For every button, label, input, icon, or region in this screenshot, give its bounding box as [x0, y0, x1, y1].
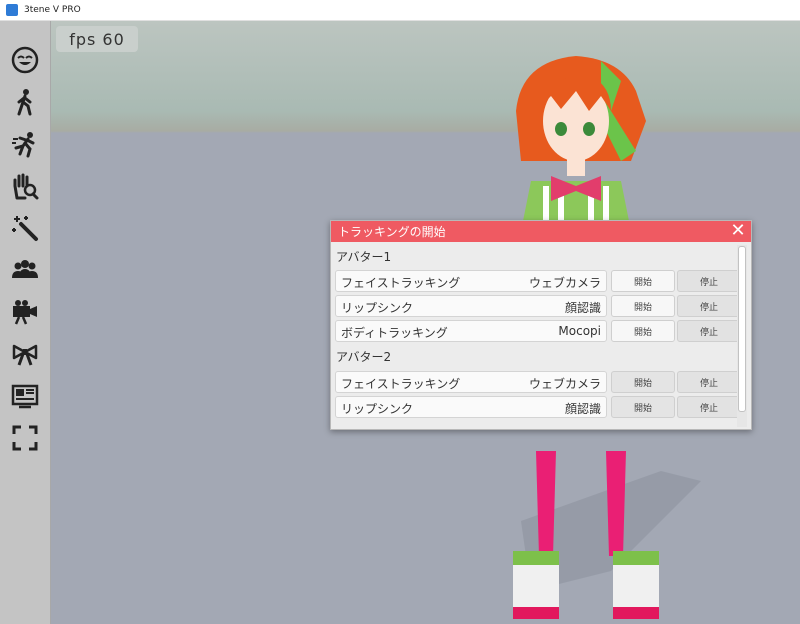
row-label: リップシンク	[341, 402, 414, 416]
stop-button[interactable]: 停止	[677, 371, 741, 393]
bow-ribbon-icon[interactable]	[8, 337, 42, 371]
fullscreen-icon[interactable]	[8, 421, 42, 455]
monitor-card-icon[interactable]	[8, 379, 42, 413]
sidebar	[0, 21, 51, 624]
hand-search-icon[interactable]	[8, 169, 42, 203]
stop-button[interactable]: 停止	[677, 270, 741, 292]
face-tracking-field[interactable]: フェイストラッキング ウェブカメラ	[335, 371, 607, 393]
face-tracking-field[interactable]: フェイストラッキング ウェブカメラ	[335, 270, 607, 292]
fps-counter: fps 60	[56, 26, 138, 52]
running-person-icon[interactable]	[8, 127, 42, 161]
stop-button[interactable]: 停止	[677, 295, 741, 317]
magic-wand-icon[interactable]	[8, 211, 42, 245]
stop-button[interactable]: 停止	[677, 320, 741, 342]
row-value: 顔認識	[564, 301, 601, 315]
dialog-scrollbar[interactable]	[737, 245, 747, 427]
row-value: ウェブカメラ	[528, 377, 601, 391]
avatar2-face-tracking-row: フェイストラッキング ウェブカメラ 開始 停止	[335, 370, 741, 394]
video-camera-icon[interactable]	[8, 295, 42, 329]
row-value: ウェブカメラ	[528, 276, 601, 290]
start-button[interactable]: 開始	[611, 295, 675, 317]
walking-person-icon[interactable]	[8, 85, 42, 119]
tracking-start-dialog: トラッキングの開始 ✕ アバター1 フェイストラッキング ウェブカメラ 開始 停…	[330, 220, 752, 430]
scrollbar-thumb[interactable]	[738, 246, 746, 412]
avatar1-heading: アバター1	[336, 249, 392, 264]
avatar2-lip-sync-row: リップシンク 顔認識 開始 停止	[335, 395, 741, 419]
avatar1-body-tracking-row: ボディトラッキング Mocopi 開始 停止	[335, 319, 741, 343]
dialog-title: トラッキングの開始	[338, 225, 446, 239]
body-tracking-field[interactable]: ボディトラッキング Mocopi	[335, 320, 607, 342]
title-bar: 3tene V PRO	[0, 0, 800, 21]
face-icon[interactable]	[8, 43, 42, 77]
row-label: フェイストラッキング	[341, 377, 461, 391]
start-button[interactable]: 開始	[611, 270, 675, 292]
people-group-icon[interactable]	[8, 253, 42, 287]
row-value: Mocopi	[558, 324, 601, 338]
avatar2-heading: アバター2	[336, 349, 392, 364]
row-value: 顔認識	[564, 402, 601, 416]
row-label: ボディトラッキング	[341, 326, 448, 340]
row-label: フェイストラッキング	[341, 276, 461, 290]
row-label: リップシンク	[341, 301, 414, 315]
lip-sync-field[interactable]: リップシンク 顔認識	[335, 396, 607, 418]
window-title: 3tene V PRO	[24, 5, 81, 15]
avatar1-face-tracking-row: フェイストラッキング ウェブカメラ 開始 停止	[335, 269, 741, 293]
app-icon	[6, 4, 18, 16]
start-button[interactable]: 開始	[611, 396, 675, 418]
avatar1-lip-sync-row: リップシンク 顔認識 開始 停止	[335, 294, 741, 318]
start-button[interactable]: 開始	[611, 320, 675, 342]
start-button[interactable]: 開始	[611, 371, 675, 393]
lip-sync-field[interactable]: リップシンク 顔認識	[335, 295, 607, 317]
dialog-title-bar[interactable]: トラッキングの開始 ✕	[331, 221, 751, 242]
stop-button[interactable]: 停止	[677, 396, 741, 418]
close-icon[interactable]: ✕	[729, 222, 747, 240]
